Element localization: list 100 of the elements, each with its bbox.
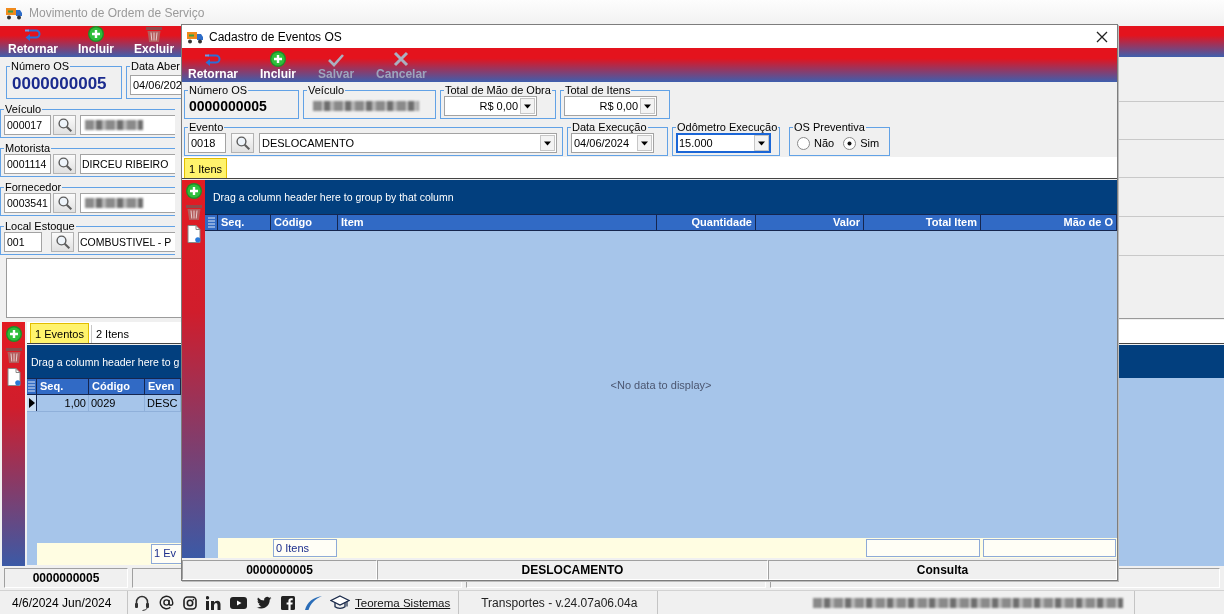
- table-cell: 0029: [89, 395, 145, 411]
- twitter-icon[interactable]: [256, 595, 272, 610]
- close-icon: [1096, 30, 1108, 43]
- dropdown-field[interactable]: 04/06/2024: [571, 133, 654, 153]
- truck-icon: [186, 29, 204, 44]
- column-header[interactable]: Seq.: [218, 215, 271, 230]
- cross-icon: [393, 51, 410, 67]
- name-field[interactable]: COMBUSTIVEL - P: [78, 232, 175, 252]
- plus-circle-icon: [270, 51, 286, 67]
- search-button[interactable]: [53, 115, 76, 135]
- plus-circle-icon[interactable]: [185, 183, 202, 199]
- document-icon[interactable]: [186, 225, 201, 243]
- return-arrows-icon: [204, 52, 222, 67]
- footer-summary: 0 Itens: [273, 539, 337, 557]
- caret-icon: [754, 135, 769, 151]
- group-by-hint: Drag a column header here to g: [31, 355, 180, 368]
- footer-summary: 1 Ev: [151, 544, 181, 564]
- field-label: Odômetro Execução: [676, 121, 779, 133]
- memo-field[interactable]: [6, 258, 181, 318]
- document-icon[interactable]: [6, 368, 21, 386]
- graduation-cap-icon[interactable]: [330, 594, 350, 611]
- version-label: Transportes - v.24.07a06.04a: [481, 595, 638, 610]
- blurred-text: [82, 195, 146, 211]
- field-label: Número OS: [188, 84, 249, 96]
- group-by-hint: Drag a column header here to group by that column: [213, 191, 454, 203]
- add-button[interactable]: Incluir: [256, 51, 301, 81]
- return-button[interactable]: Retornar: [4, 27, 62, 56]
- field-label: Local Estoque: [4, 220, 76, 232]
- headset-icon[interactable]: [134, 594, 150, 611]
- column-header[interactable]: Total Item: [864, 215, 981, 230]
- table-cell: 1,00: [37, 395, 89, 411]
- dropdown-field[interactable]: R$ 0,00: [444, 96, 537, 116]
- order-number: 0000000005: [189, 98, 267, 114]
- code-field[interactable]: 000017: [4, 115, 51, 135]
- column-header[interactable]: Código: [271, 215, 338, 230]
- field-label: Evento: [188, 121, 225, 133]
- search-icon: [57, 118, 72, 132]
- plus-circle-icon[interactable]: [5, 326, 22, 342]
- field-label: OS Preventiva: [793, 121, 866, 133]
- caret-icon: [520, 98, 535, 114]
- search-icon: [235, 136, 250, 150]
- return-arrows-icon: [24, 27, 42, 42]
- code-field[interactable]: 0018: [188, 133, 226, 153]
- name-field[interactable]: DIRCEU RIBEIRO: [80, 154, 175, 174]
- search-button[interactable]: [51, 232, 74, 252]
- dropdown-field[interactable]: 15.000: [676, 133, 771, 153]
- website-link[interactable]: Teorema Sistemas: [355, 596, 451, 609]
- caret-icon: [640, 98, 655, 114]
- code-field[interactable]: 0001114: [4, 154, 51, 174]
- name-field[interactable]: [80, 193, 175, 213]
- column-header[interactable]: Código: [89, 379, 145, 394]
- dropdown-field[interactable]: DESLOCAMENTO: [259, 133, 557, 153]
- trash-basket-icon: [145, 26, 164, 42]
- facebook-icon[interactable]: [281, 595, 295, 610]
- swoosh-logo-icon[interactable]: [304, 595, 322, 610]
- column-chooser-icon: [207, 217, 215, 228]
- order-number: 0000000005: [12, 74, 107, 94]
- youtube-icon[interactable]: [230, 596, 247, 609]
- code-field[interactable]: 0003541: [4, 193, 51, 213]
- at-sign-icon[interactable]: [159, 595, 174, 610]
- window-title: Cadastro de Eventos OS: [209, 29, 342, 44]
- search-icon: [57, 196, 72, 210]
- search-button[interactable]: [53, 193, 76, 213]
- column-header[interactable]: Valor: [756, 215, 864, 230]
- status-panel: 0000000005: [4, 568, 128, 588]
- name-field[interactable]: [80, 115, 175, 135]
- radio-button[interactable]: [843, 136, 857, 150]
- column-header[interactable]: Item: [338, 215, 657, 230]
- trash-basket-icon[interactable]: [4, 347, 23, 363]
- trash-basket-icon[interactable]: [184, 204, 203, 220]
- blurred-text: [82, 117, 146, 133]
- tab[interactable]: 1 Itens: [184, 158, 228, 178]
- radio-option[interactable]: Sim: [843, 136, 880, 150]
- field-label: Total de Mão de Obra: [444, 84, 552, 96]
- tab[interactable]: 1 Eventos: [30, 323, 89, 343]
- search-icon: [55, 235, 70, 249]
- column-chooser-icon: [28, 381, 35, 392]
- return-button[interactable]: Retornar: [184, 52, 242, 81]
- caret-icon: [637, 135, 652, 151]
- field-label: Data Aber: [130, 60, 181, 72]
- field-label: Total de Itens: [564, 84, 632, 96]
- add-button[interactable]: Incluir: [74, 26, 119, 56]
- column-header[interactable]: Seq.: [37, 379, 89, 394]
- window-title: Movimento de Ordem de Serviço: [29, 6, 205, 20]
- search-icon: [57, 157, 72, 171]
- delete-button[interactable]: Excluir: [130, 26, 179, 56]
- search-button[interactable]: [53, 154, 76, 174]
- column-header[interactable]: Quantidade: [657, 215, 756, 230]
- date-field[interactable]: 04/06/202: [130, 75, 181, 95]
- code-field[interactable]: 001: [4, 232, 42, 252]
- linkedin-icon[interactable]: [206, 595, 221, 610]
- search-button[interactable]: [231, 133, 254, 153]
- plus-circle-icon: [88, 26, 104, 42]
- field-label: Veículo: [4, 103, 43, 115]
- instagram-icon[interactable]: [183, 595, 197, 610]
- dropdown-field[interactable]: R$ 0,00: [564, 96, 657, 116]
- status-panel: Consulta: [768, 560, 1117, 580]
- radio-button[interactable]: [797, 136, 810, 150]
- column-header[interactable]: Mão de O: [981, 215, 1117, 230]
- radio-option[interactable]: Não: [797, 136, 835, 150]
